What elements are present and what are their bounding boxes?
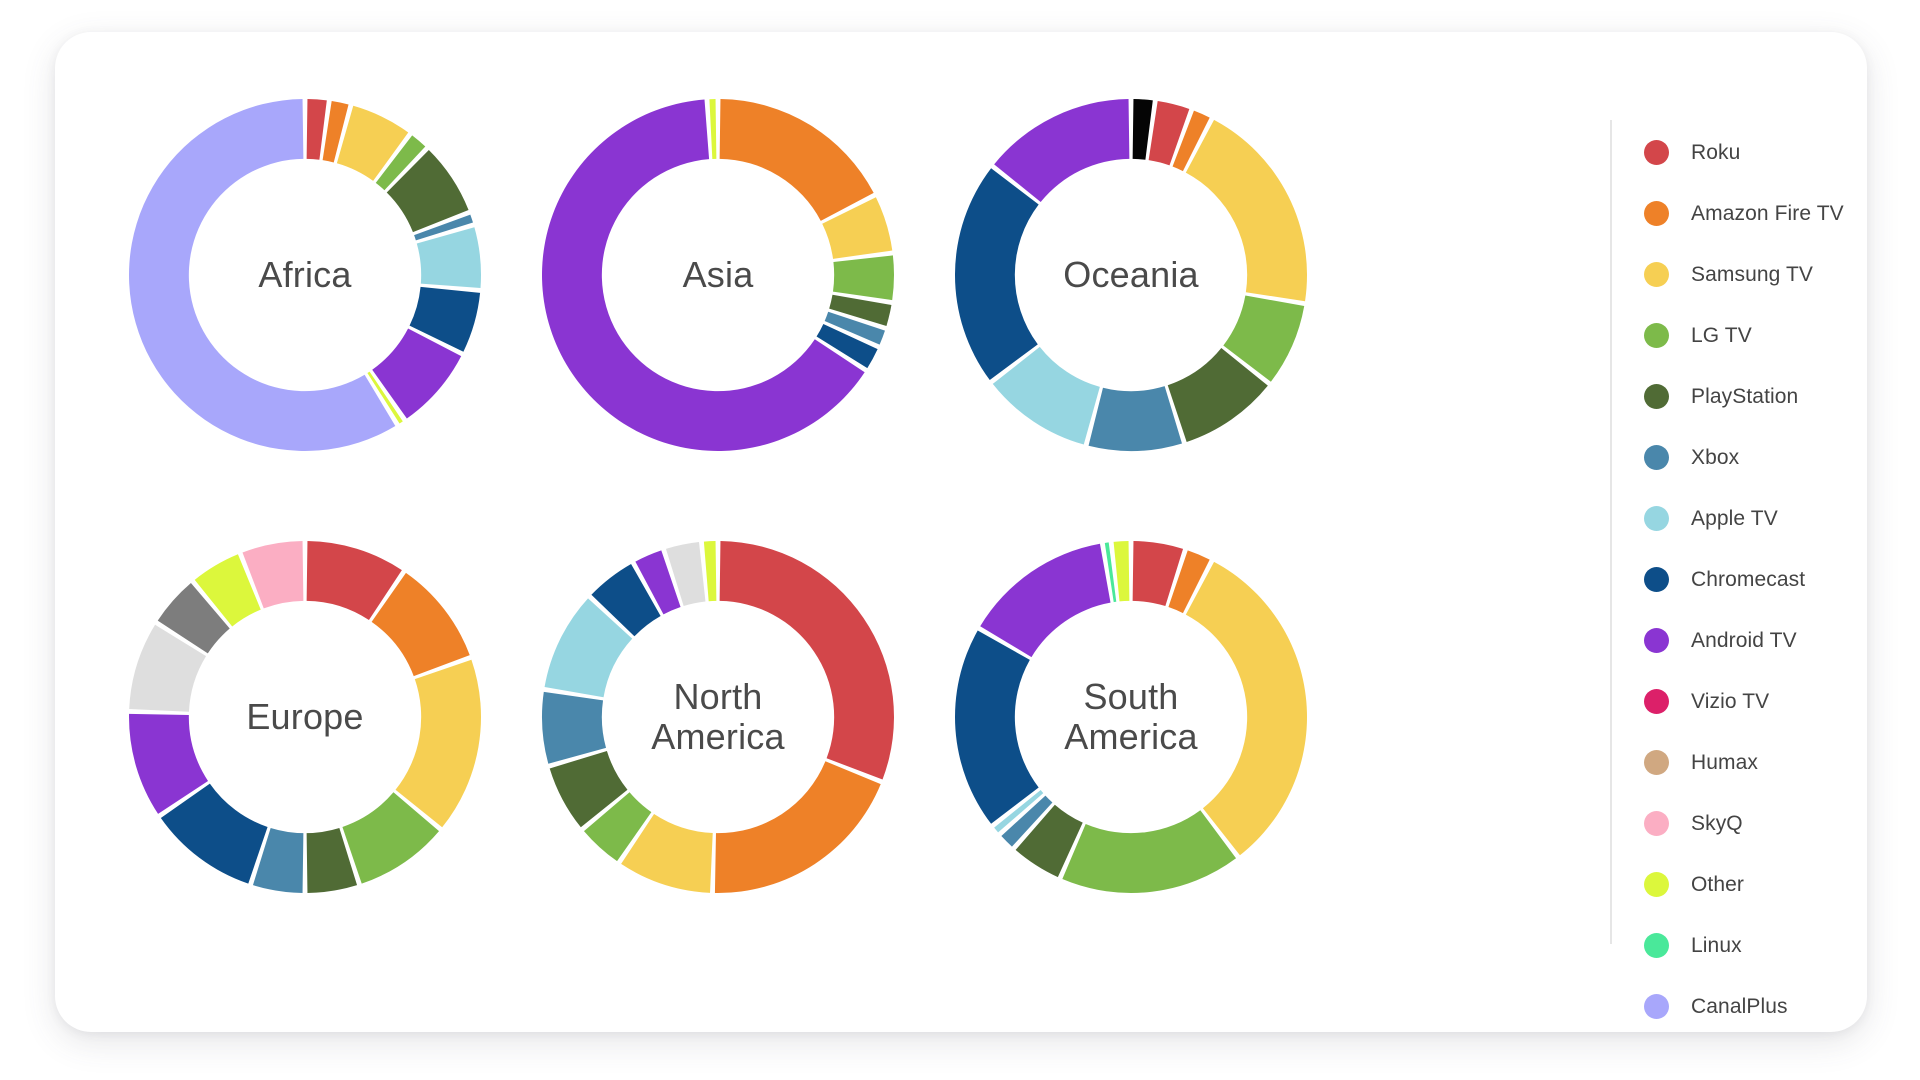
legend-swatch-icon (1644, 445, 1669, 470)
legend-item-label: CanalPlus (1691, 994, 1788, 1018)
legend-item-apple-tv[interactable]: Apple TV (1644, 488, 1860, 549)
legend-item-playstation[interactable]: PlayStation (1644, 366, 1860, 427)
legend-swatch-icon (1644, 262, 1669, 287)
legend-item-label: Roku (1691, 140, 1741, 164)
legend-item-amazon-fire-tv[interactable]: Amazon Fire TV (1644, 183, 1860, 244)
legend-item-samsung-tv[interactable]: Samsung TV (1644, 244, 1860, 305)
legend-swatch-icon (1644, 933, 1669, 958)
legend-swatch-icon (1644, 628, 1669, 653)
legend-swatch-icon (1644, 140, 1669, 165)
donut-slice-amazon-fire-tv[interactable] (714, 761, 881, 893)
legend-swatch-icon (1644, 384, 1669, 409)
donut-ring (542, 541, 894, 893)
legend-swatch-icon (1644, 201, 1669, 226)
legend-item-chromecast[interactable]: Chromecast (1644, 549, 1860, 610)
donut-chart-south-america: South America (916, 502, 1346, 932)
legend-item-other[interactable]: Other (1644, 854, 1860, 915)
legend-item-label: SkyQ (1691, 811, 1743, 835)
legend-item-skyq[interactable]: SkyQ (1644, 793, 1860, 854)
legend-item-humax[interactable]: Humax (1644, 732, 1860, 793)
donut-chart-asia: Asia (503, 60, 933, 490)
legend-swatch-icon (1644, 811, 1669, 836)
donut-slice-xbox[interactable] (1088, 386, 1182, 451)
legend-item-label: Android TV (1691, 628, 1797, 652)
legend-swatch-icon (1644, 506, 1669, 531)
legend-swatch-icon (1644, 567, 1669, 592)
page-root: Africa Asia Oceania Europe North America Sout… (0, 0, 1920, 1080)
legend-swatch-icon (1644, 689, 1669, 714)
legend-item-label: Chromecast (1691, 567, 1806, 591)
donut-slice-lg-tv[interactable] (832, 255, 894, 301)
donut-slice-amazon-fire-tv[interactable] (719, 99, 874, 221)
donut-slice-other[interactable] (703, 541, 717, 602)
donut-ring (129, 541, 481, 893)
donut-slice-roku[interactable] (719, 541, 894, 780)
donut-slice-android-tv[interactable] (980, 543, 1111, 658)
chart-card: Africa Asia Oceania Europe North America Sout… (55, 32, 1867, 1032)
legend-item-label: LG TV (1691, 323, 1752, 347)
donut-slice-lg-tv[interactable] (1062, 810, 1237, 893)
donut-slice-roku[interactable] (306, 99, 327, 160)
donut-slice-other[interactable] (1113, 541, 1130, 602)
legend-swatch-icon (1644, 750, 1669, 775)
legend-item-xbox[interactable]: Xbox (1644, 427, 1860, 488)
legend-item-label: Humax (1691, 750, 1759, 774)
legend-item-label: Vizio TV (1691, 689, 1770, 713)
legend-item-lg-tv[interactable]: LG TV (1644, 305, 1860, 366)
legend-item-roku[interactable]: Roku (1644, 122, 1860, 183)
legend-item-label: Apple TV (1691, 506, 1778, 530)
donut-slice-xbox[interactable] (542, 691, 607, 764)
legend-item-label: PlayStation (1691, 384, 1799, 408)
donut-slice-samsung-tv[interactable] (395, 659, 481, 828)
legend-item-canalplus[interactable]: CanalPlus (1644, 976, 1860, 1037)
legend-swatch-icon (1644, 872, 1669, 897)
donut-ring (129, 99, 481, 451)
donut-slice-unlabeled[interactable] (1132, 99, 1153, 160)
donut-ring (955, 99, 1307, 451)
donut-ring (542, 99, 894, 452)
donut-chart-north-america: North America (503, 502, 933, 932)
donut-chart-africa: Africa (90, 60, 520, 490)
donut-slice-samsung-tv[interactable] (1185, 561, 1307, 856)
legend-item-linux[interactable]: Linux (1644, 915, 1860, 976)
donut-slice-other[interactable] (709, 99, 717, 159)
donut-ring (955, 541, 1307, 893)
legend-item-label: Amazon Fire TV (1691, 201, 1844, 225)
legend-item-label: Other (1691, 872, 1745, 896)
donut-chart-europe: Europe (90, 502, 520, 932)
legend-item-label: Xbox (1691, 445, 1740, 469)
legend-swatch-icon (1644, 323, 1669, 348)
legend-swatch-icon (1644, 994, 1669, 1019)
donut-chart-oceania: Oceania (916, 60, 1346, 490)
donut-slice-chromecast[interactable] (955, 630, 1039, 824)
donut-slice-chromecast[interactable] (955, 168, 1039, 381)
donut-slice-samsung-tv[interactable] (1185, 119, 1307, 302)
legend-item-android-tv[interactable]: Android TV (1644, 610, 1860, 671)
donut-chart-grid: Africa Asia Oceania Europe North America Sout… (55, 32, 1610, 1032)
legend-item-vizio-tv[interactable]: Vizio TV (1644, 671, 1860, 732)
legend-item-label: Linux (1691, 933, 1742, 957)
chart-legend: Roku Amazon Fire TV Samsung TV LG TV PlaySta… (1610, 120, 1860, 1019)
legend-item-label: Samsung TV (1691, 262, 1814, 286)
